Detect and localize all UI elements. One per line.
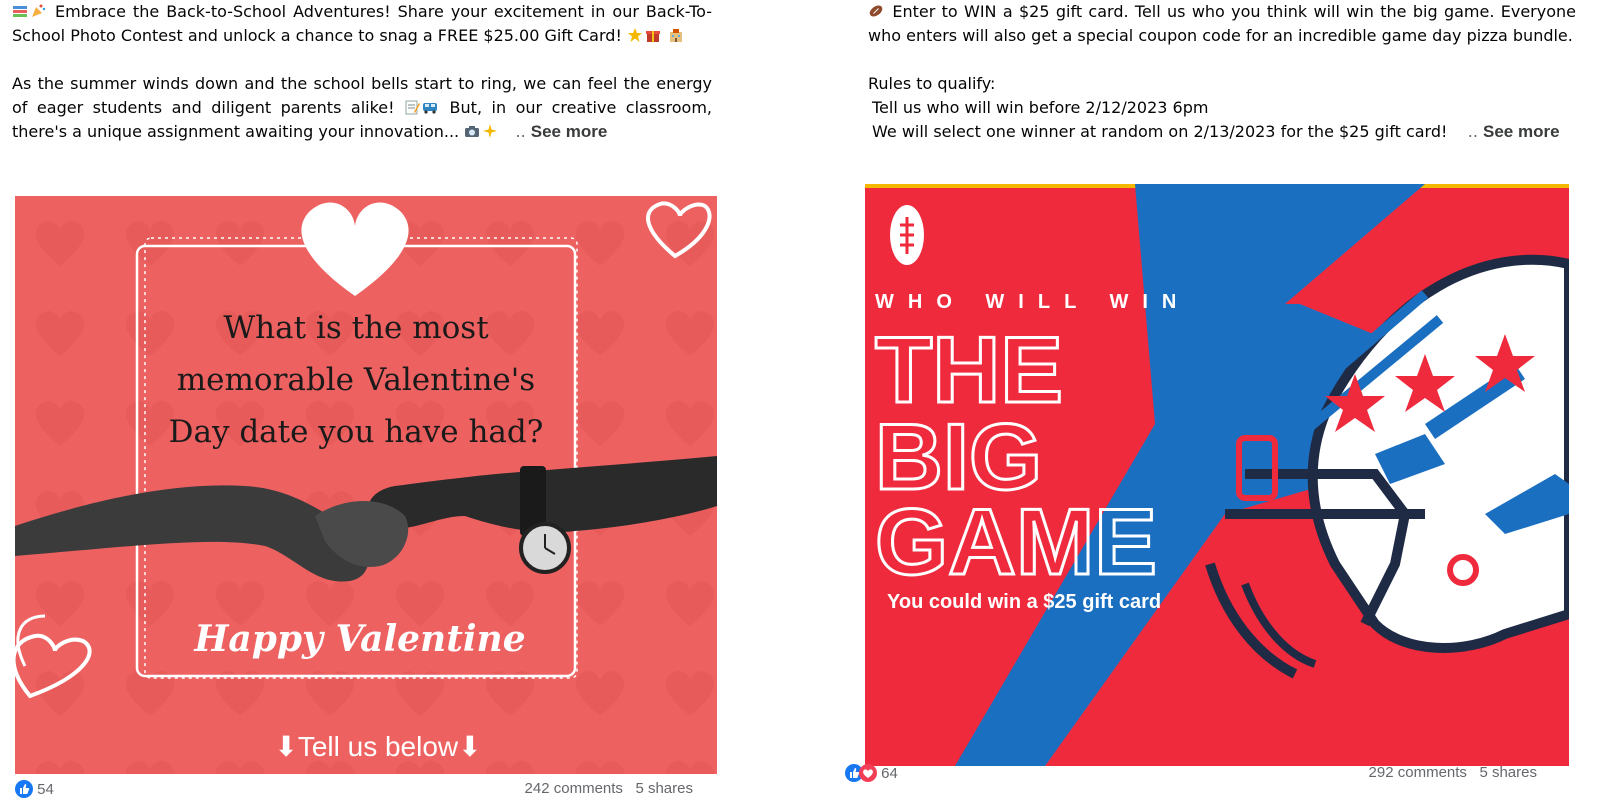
happy-valentine-script: Happy Valentine — [193, 618, 525, 660]
sparkles-icon — [482, 123, 498, 139]
party-icon — [30, 3, 46, 19]
right-ellipsis: .. — [1467, 122, 1478, 141]
gift-icon — [645, 27, 661, 43]
valentine-question-line-1: What is the most — [223, 310, 489, 346]
right-post-image[interactable]: WHO WILL WIN THE BIG GAME You could win … — [865, 184, 1569, 766]
love-icon[interactable] — [859, 764, 877, 782]
right-comments-count[interactable]: 292 comments — [1369, 764, 1467, 781]
right-engagement-stats: 292 comments 5 shares — [1369, 764, 1537, 781]
left-post-text: Embrace the Back-to-School Adventures! S… — [12, 0, 712, 144]
like-icon[interactable] — [15, 780, 33, 798]
valentine-question-line-2: memorable Valentine's — [177, 362, 535, 398]
right-see-more-link[interactable]: See more — [1483, 122, 1560, 141]
left-see-more-link[interactable]: See more — [531, 122, 608, 141]
left-post: Embrace the Back-to-School Adventures! S… — [12, 0, 712, 144]
left-engagement-stats: 242 comments 5 shares — [525, 780, 693, 797]
star-icon — [627, 27, 643, 43]
game-title: GAME — [875, 489, 1157, 594]
football-icon — [868, 3, 884, 19]
left-reaction-count[interactable]: 54 — [37, 781, 54, 798]
left-comments-count[interactable]: 242 comments — [525, 780, 623, 797]
football-logo-icon — [890, 205, 924, 265]
left-shares-count[interactable]: 5 shares — [635, 780, 693, 797]
memo-icon — [404, 99, 421, 115]
left-post-image[interactable]: What is the most memorable Valentine's D… — [15, 196, 717, 774]
bus-icon — [422, 99, 438, 115]
left-intro-text: Embrace the Back-to-School Adventures! S… — [12, 2, 712, 45]
right-rule-2: We will select one winner at random on 2… — [872, 122, 1448, 141]
tell-us-below-cta: ⬇Tell us below⬇ — [274, 731, 481, 762]
left-post-footer: 54 242 comments 5 shares — [15, 780, 717, 798]
right-shares-count[interactable]: 5 shares — [1479, 764, 1537, 781]
school-icon — [668, 27, 684, 43]
right-rule-1: Tell us who will win before 2/12/2023 6p… — [872, 98, 1209, 117]
right-post-text: Enter to WIN a $25 gift card. Tell us wh… — [868, 0, 1576, 144]
valentine-question-line-3: Day date you have had? — [169, 414, 544, 450]
who-will-win-kicker: WHO WILL WIN — [875, 291, 1190, 313]
right-rules-title: Rules to qualify: — [868, 74, 996, 93]
gift-card-subtitle: You could win a $25 gift card — [887, 591, 1161, 613]
left-ellipsis: .. — [515, 122, 526, 141]
right-line-1: Enter to WIN a $25 gift card. Tell us wh… — [868, 2, 1576, 45]
camera-icon — [464, 123, 480, 139]
right-post: Enter to WIN a $25 gift card. Tell us wh… — [868, 0, 1576, 144]
books-icon — [12, 3, 28, 19]
right-post-footer: 64 292 comments 5 shares — [845, 764, 1565, 782]
right-reaction-count[interactable]: 64 — [881, 765, 898, 782]
